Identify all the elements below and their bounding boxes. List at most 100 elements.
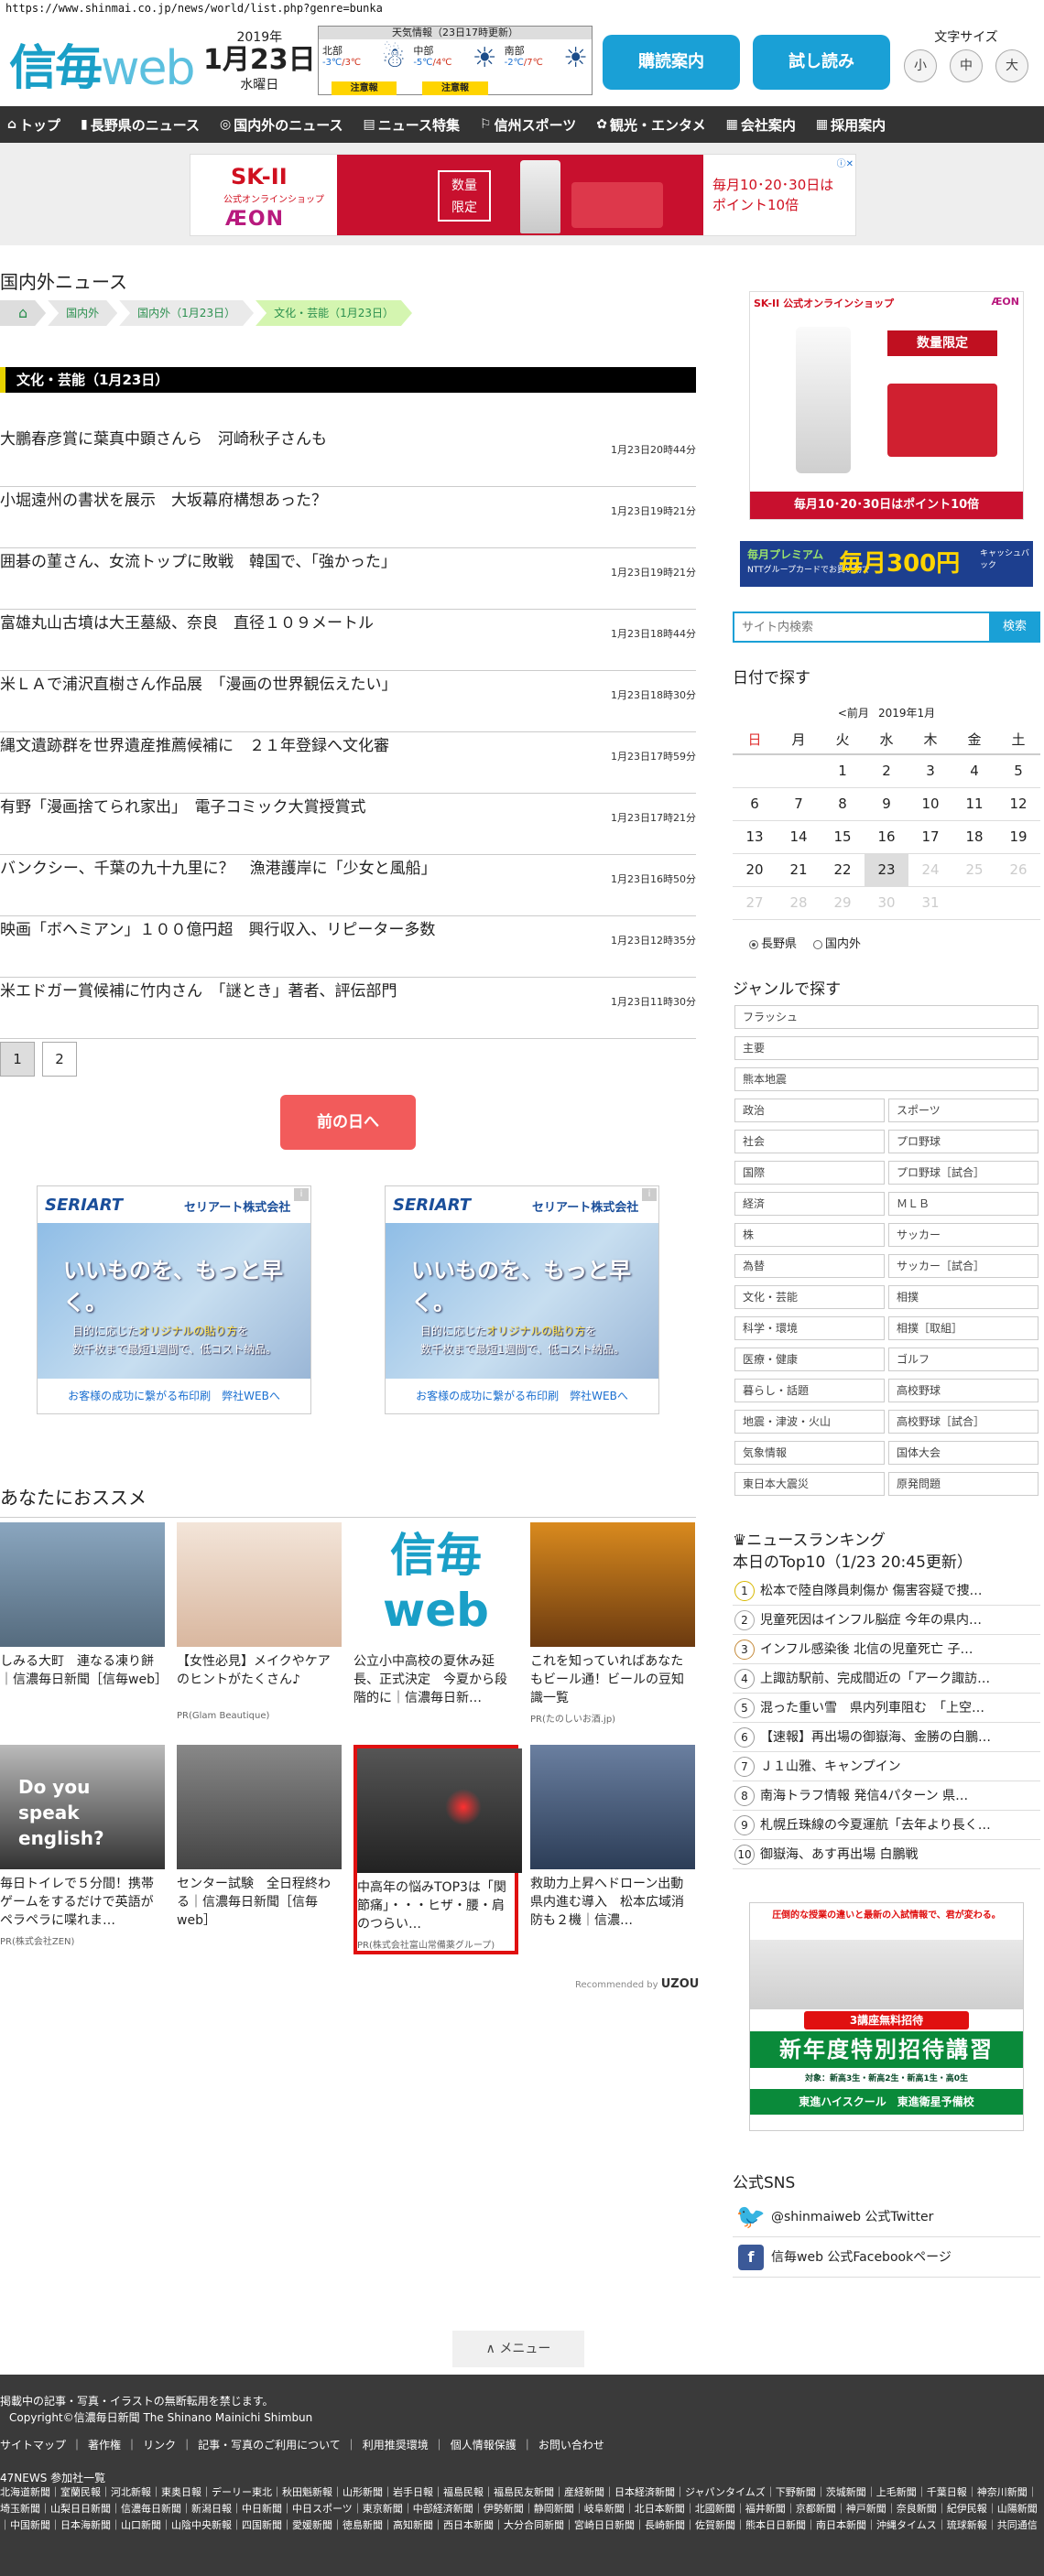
seriart-ad[interactable]: SERIART セリアート株式会社 いいものを、もっと早く。 目的に応じたオリジナ… [385, 1185, 659, 1414]
genre-item[interactable]: 原発問題 [888, 1472, 1039, 1496]
ranking-item[interactable]: 4 上諏訪駅前、完成間近の「アーク諏訪… [733, 1664, 1040, 1694]
genre-item[interactable]: サッカー［試合］ [888, 1254, 1039, 1278]
ranking-title-link[interactable]: 児童死因はインフル脳症 今年の県内… [760, 1613, 982, 1628]
genre-item[interactable]: 国際 [734, 1161, 885, 1185]
ranking-item[interactable]: 8 南海トラフ情報 発信4パターン 県… [733, 1781, 1040, 1811]
calendar-day[interactable]: 11 [952, 787, 996, 821]
genre-item[interactable]: 政治 [734, 1099, 885, 1122]
news-title-link[interactable]: 富雄丸山古墳は大王墓級、奈良 直径１０９メートル [0, 610, 374, 633]
genre-item[interactable]: 国体大会 [888, 1441, 1039, 1465]
genre-item[interactable]: ゴルフ [888, 1348, 1039, 1371]
genre-item[interactable]: 高校野球［試合］ [888, 1410, 1039, 1434]
news-title-link[interactable]: 大鵬春彦賞に葉真中顕さんら 河崎秋子さんも [0, 426, 327, 449]
news-item[interactable]: 富雄丸山古墳は大王墓級、奈良 直径１０９メートル 1月23日18時44分 [0, 610, 696, 671]
prev-month-link[interactable]: <前月 [838, 707, 869, 720]
news-item[interactable]: 映画「ボヘミアン」１００億円超 興行収入、リピーター多数 1月23日12時35分 [0, 916, 696, 978]
ranking-title-link[interactable]: 南海トラフ情報 発信4パターン 県… [760, 1789, 968, 1803]
calendar-day[interactable]: 4 [952, 754, 996, 788]
nav-item-2[interactable]: ◎ 国内外のニュース [220, 115, 343, 135]
ranking-title-link[interactable]: 松本で陸自隊員刺傷か 傷害容疑で捜… [760, 1584, 982, 1598]
news-item[interactable]: 大鵬春彦賞に葉真中顕さんら 河崎秋子さんも 1月23日20時44分 [0, 426, 696, 487]
seriart-footer-link[interactable]: お客様の成功に繋がる布印刷 弊社WEBへ [386, 1379, 658, 1413]
news-item[interactable]: 有野「漫画捨てられ家出」 電子コミック大賞授賞式 1月23日17時21分 [0, 794, 696, 855]
news-title-link[interactable]: 映画「ボヘミアン」１００億円超 興行収入、リピーター多数 [0, 916, 435, 939]
search-input[interactable] [733, 612, 989, 643]
search-button[interactable]: 検索 [989, 612, 1040, 643]
genre-item[interactable]: 相撲 [888, 1285, 1039, 1309]
genre-item[interactable]: 主要 [734, 1036, 1039, 1060]
ranking-title-link[interactable]: インフル感染後 北信の児童死亡 子… [760, 1642, 973, 1657]
calendar-day[interactable]: 7 [777, 787, 821, 821]
genre-item[interactable]: 為替 [734, 1254, 885, 1278]
news-title-link[interactable]: 縄文遺跡群を世界遺産推薦候補に ２１年登録へ文化審 [0, 732, 389, 755]
skii-side-ad[interactable]: SK-II 公式オンラインショップ ÆON 数量限定 毎月10･20･30日はポイ… [749, 291, 1024, 520]
skii-banner-ad[interactable]: SK-II 公式オンラインショップ ÆON 数量 限定 毎月10･20･30日は… [190, 154, 856, 236]
calendar-day[interactable]: 17 [908, 820, 952, 854]
calendar-day[interactable]: 10 [908, 787, 952, 821]
recommend-item[interactable]: 救助力上昇へドローン出動 県内進む導入 松本広域消防も２機｜信濃… [530, 1745, 695, 1933]
footer-link[interactable]: 個人情報保護 [451, 2439, 517, 2452]
weather-widget[interactable]: 天気情報（23日17時更新） 北部 -3℃/3℃ ☃ 中部 -5℃/4℃ ☀ 南部 -2℃/7… [318, 26, 593, 95]
nav-item-0[interactable]: ⌂ トップ [7, 115, 60, 135]
font-size-large-button[interactable]: 大 [995, 49, 1028, 82]
calendar-day[interactable]: 19 [996, 820, 1040, 854]
subscribe-button[interactable]: 購読案内 [603, 35, 740, 90]
recommended-by[interactable]: Recommended by UZOU [575, 1977, 699, 1991]
genre-item[interactable]: ＭＬＢ [888, 1192, 1039, 1216]
seriart-ad[interactable]: SERIART セリアート株式会社 いいものを、もっと早く。 目的に応じたオリジナ… [37, 1185, 311, 1414]
genre-item[interactable]: 医療・健康 [734, 1348, 885, 1371]
nav-item-3[interactable]: ▤ ニュース特集 [364, 115, 461, 135]
news-title-link[interactable]: 米ＬＡで浦沢直樹さん作品展 「漫画の世界観伝えたい」 [0, 671, 397, 694]
calendar-day[interactable]: 13 [733, 820, 777, 854]
ad-close-icon[interactable]: ⓘ✕ [837, 156, 854, 169]
footer-link[interactable]: 著作権 [88, 2439, 121, 2452]
genre-item[interactable]: 東日本大震災 [734, 1472, 885, 1496]
prev-day-button[interactable]: 前の日へ [280, 1095, 416, 1150]
ranking-title-link[interactable]: Ｊ１山雅、キャンプイン [760, 1759, 901, 1774]
genre-item[interactable]: プロ野球 [888, 1130, 1039, 1153]
calendar-day[interactable]: 12 [996, 787, 1040, 821]
recommend-item[interactable]: 中高年の悩みTOP3は「関節痛」・・・ヒザ・腰・肩のつらい… PR(株式会社富山常… [353, 1745, 522, 1954]
news-title-link[interactable]: 囲碁の菫さん、女流トップに敗戦 韓国で、「強かった」 [0, 548, 397, 571]
seriart-footer-link[interactable]: お客様の成功に繋がる布印刷 弊社WEBへ [38, 1379, 310, 1413]
recommend-item[interactable]: 【女性必見】メイクやケアのヒントがたくさん♪ PR(Glam Beautique) [177, 1522, 342, 1721]
news-item[interactable]: 米エドガー賞候補に竹内さん 「謎とき」著者、評伝部門 1月23日11時30分 [0, 978, 696, 1039]
genre-item[interactable]: 社会 [734, 1130, 885, 1153]
menu-toggle-button[interactable]: ∧ メニュー [452, 2331, 584, 2367]
footer-papers[interactable]: 北海道新聞｜室蘭民報｜河北新報｜東奥日報｜デーリー東北｜秋田魁新報｜山形新聞｜岩… [0, 2484, 1044, 2534]
calendar-day[interactable]: 20 [733, 853, 777, 887]
scope-nagano-radio[interactable]: 長野県 [749, 934, 797, 951]
ranking-item[interactable]: 6 【速報】再出場の御嶽海、金勝の白鵬… [733, 1723, 1040, 1752]
footer-link[interactable]: お問い合わせ [538, 2439, 604, 2452]
weather-warning-badge[interactable]: 注意報 [332, 81, 397, 95]
calendar-day[interactable]: 8 [821, 787, 865, 821]
toshin-ad[interactable]: 圧倒的な授業の違いと最新の入試情報で、君が変わる。 3講座無料招待 新年度特別招… [749, 1902, 1024, 2131]
news-title-link[interactable]: 有野「漫画捨てられ家出」 電子コミック大賞授賞式 [0, 794, 366, 817]
recommend-item[interactable]: センター試験 全日程終わる｜信濃毎日新聞［信毎web］ [177, 1745, 342, 1933]
genre-item[interactable]: フラッシュ [734, 1005, 1039, 1029]
ranking-item[interactable]: 7 Ｊ１山雅、キャンプイン [733, 1752, 1040, 1781]
genre-item[interactable]: 経済 [734, 1192, 885, 1216]
genre-item[interactable]: 暮らし・話題 [734, 1379, 885, 1402]
calendar-day[interactable]: 22 [821, 853, 865, 887]
recommend-item[interactable]: しみる大町 連なる凍り餅｜信濃毎日新聞［信毎web］ [0, 1522, 165, 1711]
genre-item[interactable]: プロ野球［試合］ [888, 1161, 1039, 1185]
calendar-day[interactable]: 15 [821, 820, 865, 854]
calendar-day[interactable]: 6 [733, 787, 777, 821]
calendar-day[interactable]: 16 [865, 820, 908, 854]
news-title-link[interactable]: 小堀遠州の書状を展示 大坂幕府構想あった？ [0, 487, 327, 510]
ranking-title-link[interactable]: 【速報】再出場の御嶽海、金勝の白鵬… [760, 1730, 991, 1745]
news-item[interactable]: 囲碁の菫さん、女流トップに敗戦 韓国で、「強かった」 1月23日19時21分 [0, 548, 696, 610]
calendar-day[interactable]: 2 [865, 754, 908, 788]
scope-domestic-radio[interactable]: 国内外 [813, 934, 861, 951]
news-title-link[interactable]: 米エドガー賞候補に竹内さん 「謎とき」著者、評伝部門 [0, 978, 397, 1001]
site-logo[interactable]: 信毎web [9, 29, 196, 98]
ntt-card-ad[interactable]: 毎月プレミアム NTTグループカードでお買い物で 毎月300円 キャッシュバック [740, 541, 1033, 587]
ranking-item[interactable]: 5 混った重い雪 県内列車阻む 「上空… [733, 1694, 1040, 1723]
news-item[interactable]: バンクシー、千葉の九十九里に？ 漁港護岸に「少女と風船」 1月23日16時50分 [0, 855, 696, 916]
breadcrumb-item[interactable]: 国内外（1月23日） [119, 300, 254, 326]
genre-item[interactable]: 株 [734, 1223, 885, 1247]
nav-item-7[interactable]: ▦ 採用案内 [816, 115, 886, 135]
twitter-link[interactable]: 🐦 @shinmaiweb 公式Twitter [733, 2197, 1040, 2237]
ranking-title-link[interactable]: 混った重い雪 県内列車阻む 「上空… [760, 1701, 984, 1716]
